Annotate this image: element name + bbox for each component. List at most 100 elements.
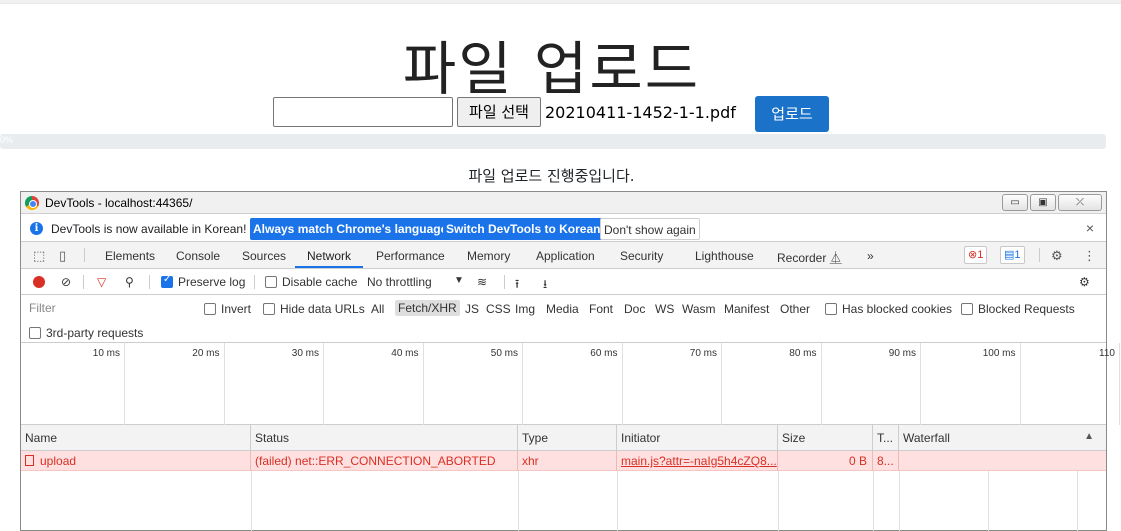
filter-other[interactable]: Other bbox=[780, 302, 810, 316]
tab-lighthouse[interactable]: Lighthouse bbox=[695, 249, 754, 263]
timeline-gridline bbox=[124, 343, 125, 425]
infobar-message: DevTools is now available in Korean! bbox=[51, 222, 247, 236]
dont-show-again-button[interactable]: Don't show again bbox=[600, 218, 700, 240]
more-options-icon[interactable]: ⋮ bbox=[1083, 248, 1096, 264]
column-name[interactable]: Name bbox=[21, 425, 251, 451]
tab-memory[interactable]: Memory bbox=[467, 249, 510, 263]
checkbox[interactable] bbox=[263, 303, 275, 315]
filter-js[interactable]: JS bbox=[465, 302, 479, 316]
third-party-requests-label: 3rd-party requests bbox=[46, 326, 144, 340]
timeline-tick-label: 20 ms bbox=[192, 348, 220, 359]
selected-file-name: 20210411-1452-1-1.pdf bbox=[545, 103, 736, 122]
language-infobar: i DevTools is now available in Korean! A… bbox=[21, 214, 1106, 242]
clear-icon[interactable]: ⊘ bbox=[61, 275, 71, 289]
upload-status-message: 파일 업로드 진행중입니다. bbox=[468, 167, 635, 185]
inspect-element-icon[interactable]: ⬚ bbox=[33, 248, 45, 264]
upload-button[interactable]: 업로드 bbox=[755, 96, 829, 132]
column-waterfall[interactable]: Waterfall bbox=[899, 425, 1104, 451]
timeline-tick-label: 110 bbox=[1099, 348, 1115, 359]
export-har-icon[interactable]: ⭳ bbox=[543, 275, 547, 296]
checkbox[interactable] bbox=[825, 303, 837, 315]
tab-security[interactable]: Security bbox=[620, 249, 663, 263]
device-toolbar-icon[interactable]: ▯ bbox=[59, 248, 66, 264]
column-time[interactable]: T... bbox=[873, 425, 899, 451]
requests-table-header: Name Status Type Initiator Size T... Wat… bbox=[21, 425, 1106, 451]
message-count-badge[interactable]: ▤1 bbox=[1000, 246, 1025, 264]
close-window-button[interactable]: ⤫ bbox=[1058, 194, 1102, 211]
checkbox[interactable] bbox=[29, 327, 41, 339]
browser-top-edge bbox=[0, 0, 1121, 4]
devtools-window: DevTools - localhost:44365/ ▭ ▣ ⤫ i DevT… bbox=[20, 191, 1120, 531]
timeline-gridline bbox=[621, 343, 623, 425]
filter-media[interactable]: Media bbox=[546, 302, 579, 316]
request-name-cell[interactable]: upload bbox=[21, 451, 251, 471]
filter-ws[interactable]: WS bbox=[655, 302, 674, 316]
timeline-gridline bbox=[920, 343, 921, 425]
filter-wasm[interactable]: Wasm bbox=[682, 302, 716, 316]
divider bbox=[83, 275, 84, 289]
request-name: upload bbox=[40, 454, 77, 468]
throttling-select[interactable]: No throttling bbox=[367, 275, 432, 289]
settings-gear-icon[interactable]: ⚙ bbox=[1051, 248, 1063, 264]
column-status[interactable]: Status bbox=[251, 425, 518, 451]
network-settings-gear-icon[interactable]: ⚙ bbox=[1079, 275, 1090, 289]
column-divider bbox=[873, 471, 874, 531]
hide-data-urls-checkbox[interactable]: Hide data URLs bbox=[263, 302, 365, 316]
error-count-badge[interactable]: ⊗1 bbox=[964, 246, 988, 264]
tab-sources[interactable]: Sources bbox=[242, 249, 286, 263]
tab-recorder[interactable]: Recorder ⏅ bbox=[777, 249, 842, 266]
column-initiator[interactable]: Initiator bbox=[617, 425, 778, 451]
choose-file-button[interactable]: 파일 선택 bbox=[457, 97, 541, 127]
network-overview-timeline[interactable]: 10 ms 20 ms 30 ms 40 ms 50 ms 60 ms 70 ms 80 ms… bbox=[21, 343, 1120, 425]
column-type[interactable]: Type bbox=[518, 425, 617, 451]
filter-input[interactable]: Filter bbox=[25, 299, 191, 317]
timeline-tick-label: 10 ms bbox=[92, 348, 120, 359]
minimize-button[interactable]: ▭ bbox=[1002, 194, 1028, 211]
filter-all[interactable]: All bbox=[371, 302, 384, 316]
checkbox[interactable] bbox=[265, 276, 277, 288]
divider bbox=[84, 248, 85, 262]
network-conditions-icon[interactable]: ≋ bbox=[477, 275, 487, 289]
sort-ascending-icon[interactable]: ▲ bbox=[1084, 431, 1094, 442]
disable-cache-label: Disable cache bbox=[282, 275, 358, 289]
always-match-language-button[interactable]: Always match Chrome's language bbox=[250, 218, 451, 240]
record-icon[interactable] bbox=[33, 276, 45, 288]
restore-button[interactable]: ▣ bbox=[1030, 194, 1056, 211]
import-har-icon[interactable]: ⭱ bbox=[515, 275, 519, 296]
filter-font[interactable]: Font bbox=[589, 302, 613, 316]
checkbox[interactable] bbox=[961, 303, 973, 315]
hide-data-urls-label: Hide data URLs bbox=[280, 302, 365, 316]
column-size[interactable]: Size bbox=[778, 425, 873, 451]
third-party-requests-checkbox[interactable]: 3rd-party requests bbox=[29, 326, 143, 340]
dropdown-arrow-icon[interactable]: ▼ bbox=[454, 275, 464, 286]
preserve-log-checkbox[interactable]: Preserve log bbox=[161, 274, 245, 289]
request-initiator-link[interactable]: main.js?attr=-naIg5h4cZQ8... bbox=[617, 451, 778, 471]
filter-css[interactable]: CSS bbox=[486, 302, 511, 316]
divider bbox=[149, 275, 150, 289]
checkbox[interactable] bbox=[204, 303, 216, 315]
tab-application[interactable]: Application bbox=[536, 249, 595, 263]
more-tabs-icon[interactable]: » bbox=[867, 249, 874, 263]
devtools-tabbar: ⬚ ▯ Elements Console Sources Network Per… bbox=[21, 242, 1106, 269]
filter-fetch-xhr[interactable]: Fetch/XHR bbox=[395, 300, 460, 316]
checkbox-checked[interactable] bbox=[161, 274, 173, 288]
tab-performance[interactable]: Performance bbox=[376, 249, 445, 263]
close-infobar-icon[interactable]: × bbox=[1086, 220, 1094, 236]
tab-network[interactable]: Network bbox=[307, 249, 351, 263]
tab-console[interactable]: Console bbox=[176, 249, 220, 263]
tab-elements[interactable]: Elements bbox=[105, 249, 155, 263]
has-blocked-cookies-checkbox[interactable]: Has blocked cookies bbox=[825, 302, 952, 316]
network-toolbar: ⊘ ▽ ⚲ Preserve log Disable cache No thro… bbox=[21, 269, 1106, 295]
text-input[interactable] bbox=[273, 97, 453, 127]
filter-manifest[interactable]: Manifest bbox=[724, 302, 769, 316]
search-icon[interactable]: ⚲ bbox=[125, 275, 134, 289]
table-row[interactable]: upload (failed) net::ERR_CONNECTION_ABOR… bbox=[21, 451, 1106, 471]
filter-icon[interactable]: ▽ bbox=[97, 275, 106, 289]
filter-doc[interactable]: Doc bbox=[624, 302, 645, 316]
invert-checkbox[interactable]: Invert bbox=[204, 302, 251, 316]
switch-to-korean-button[interactable]: Switch DevTools to Korean bbox=[443, 218, 604, 240]
blocked-requests-checkbox[interactable]: Blocked Requests bbox=[961, 302, 1075, 316]
error-icon: ⊗ bbox=[968, 249, 978, 261]
filter-img[interactable]: Img bbox=[515, 302, 535, 316]
disable-cache-checkbox[interactable]: Disable cache bbox=[265, 275, 357, 289]
